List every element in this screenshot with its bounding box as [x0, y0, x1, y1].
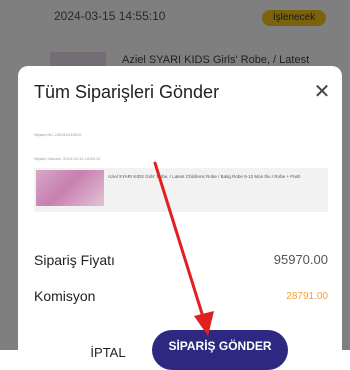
product-description: Aziel SYARI KIDS Girls' Robe, / Latest C…	[108, 174, 301, 179]
dialog-title: Tüm Siparişleri Gönder	[34, 82, 220, 102]
order-price-row: Sipariş Fiyatı 95970.00	[34, 252, 328, 274]
product-row: Aziel SYARI KIDS Girls' Robe, / Latest C…	[34, 168, 328, 212]
order-time: Sipariş Zamanı: 2024-03-15 14:55:10	[34, 156, 101, 161]
order-price-value: 95970.00	[273, 252, 328, 267]
commission-value: 28791.00	[286, 291, 328, 302]
send-order-button[interactable]: SİPARİŞ GÖNDER	[152, 330, 288, 370]
close-button[interactable]: ✕	[310, 80, 334, 104]
product-image	[36, 170, 104, 206]
close-icon: ✕	[313, 81, 331, 103]
order-details: Sipariş No: 240315145510 Sipariş Zamanı:…	[34, 128, 328, 248]
commission-row: Komisyon 28791.00	[34, 288, 328, 310]
order-number: Sipariş No: 240315145510	[34, 132, 82, 137]
commission-label: Komisyon	[34, 288, 96, 304]
send-orders-dialog: Tüm Siparişleri Gönder ✕ Sipariş No: 240…	[18, 66, 342, 370]
order-price-label: Sipariş Fiyatı	[34, 252, 115, 268]
cancel-button[interactable]: İPTAL	[68, 338, 148, 368]
